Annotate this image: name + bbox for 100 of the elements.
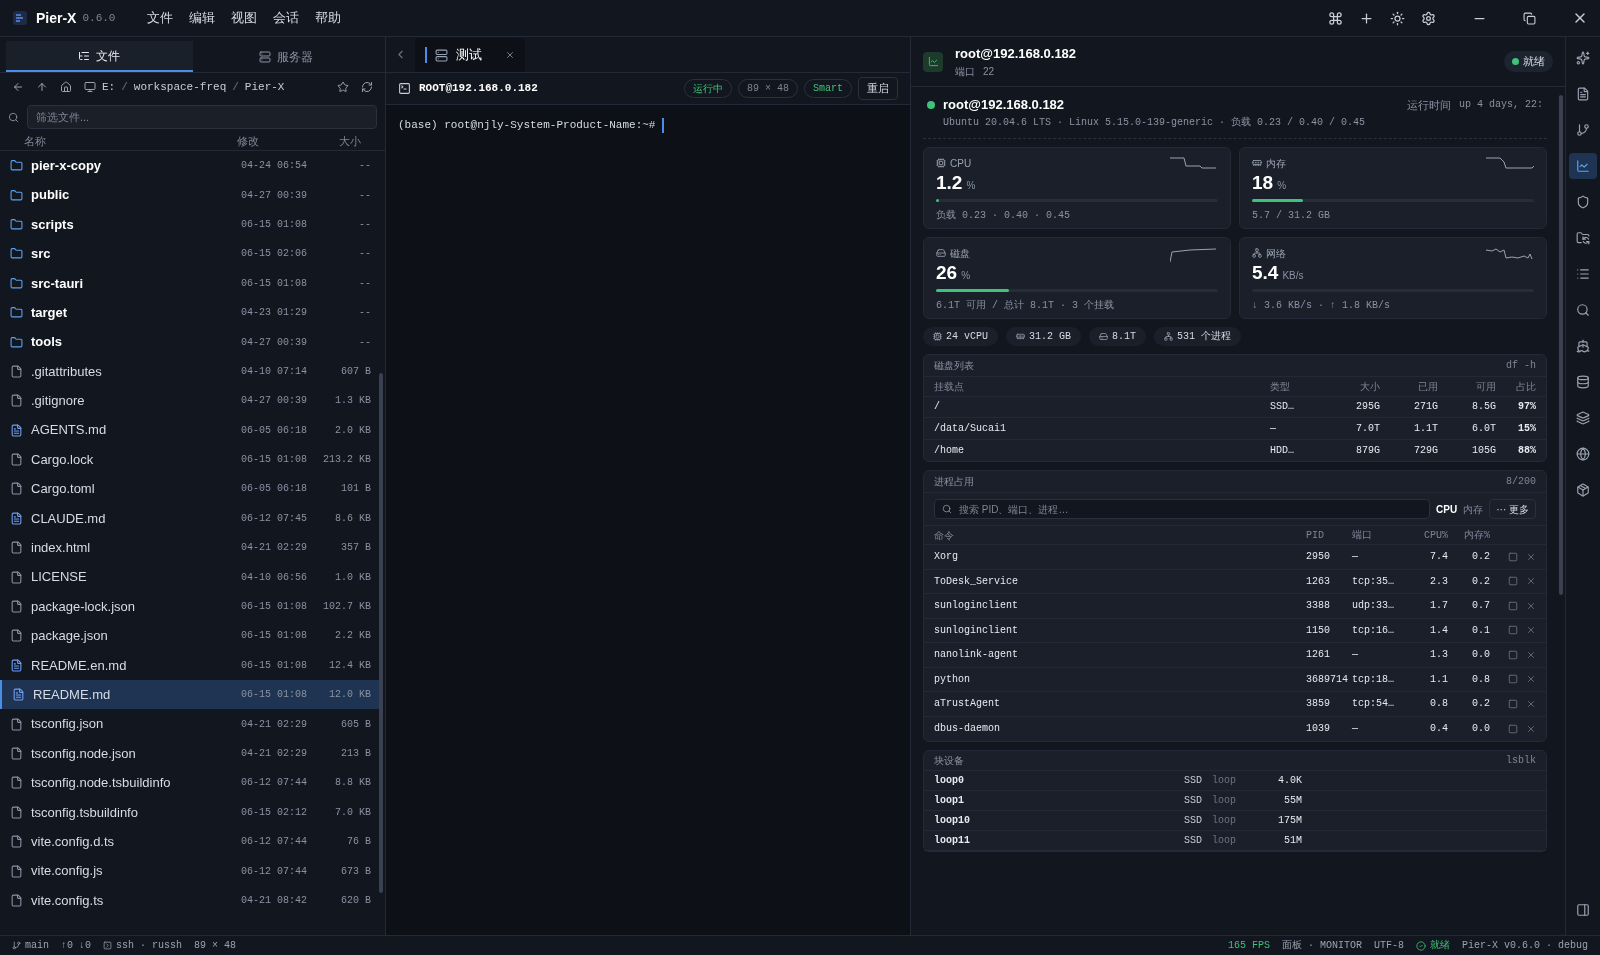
- file-row[interactable]: Cargo.lock 06-15 01:08 213.2 KB: [0, 444, 379, 475]
- stop-icon[interactable]: [1508, 698, 1518, 709]
- file-row[interactable]: .gitattributes 04-10 07:14 607 B: [0, 356, 379, 387]
- file-row[interactable]: package.json 06-15 01:08 2.2 KB: [0, 621, 379, 651]
- file-row[interactable]: tsconfig.node.tsbuildinfo 06-12 07:44 8.8 KB: [0, 768, 379, 798]
- file-row[interactable]: .gitignore 04-27 00:39 1.3 KB: [0, 386, 379, 416]
- refresh-icon[interactable]: [361, 81, 373, 93]
- scrollbar[interactable]: [379, 373, 383, 893]
- menu-item[interactable]: 文件: [147, 8, 174, 28]
- file-row[interactable]: README.md 06-15 01:08 12.0 KB: [0, 680, 379, 710]
- section-title: 进程占用: [934, 475, 974, 489]
- path-segment[interactable]: workspace-freq: [133, 78, 227, 96]
- filter-field[interactable]: 筛选文件...: [27, 105, 377, 129]
- table-cell-text: 1150: [1306, 623, 1331, 638]
- star-icon[interactable]: [337, 81, 349, 93]
- file-row[interactable]: CLAUDE.md 06-12 07:45 8.6 KB: [0, 503, 379, 534]
- table-cell-text: tcp:54…: [1352, 697, 1395, 712]
- kill-icon[interactable]: [1526, 674, 1536, 685]
- menu-item[interactable]: 会话: [273, 8, 300, 28]
- file-row[interactable]: tsconfig.node.json 04-21 02:29 213 B: [0, 738, 379, 769]
- stop-icon[interactable]: [1508, 600, 1518, 611]
- up-icon[interactable]: [36, 81, 48, 93]
- git-branch[interactable]: main: [25, 938, 49, 953]
- sort-toggle[interactable]: 内存: [1463, 501, 1484, 517]
- table-cell-text: 1.7: [1429, 599, 1448, 614]
- kill-icon[interactable]: [1526, 576, 1536, 587]
- terminal-tab[interactable]: 测试: [415, 38, 525, 72]
- file-row[interactable]: tools 04-27 00:39 --: [0, 327, 379, 357]
- stop-icon[interactable]: [1508, 576, 1518, 587]
- panel-tab[interactable]: 文件: [6, 41, 193, 72]
- kill-icon[interactable]: [1526, 649, 1536, 660]
- menu-item[interactable]: 帮助: [315, 8, 342, 28]
- stop-icon[interactable]: [1508, 723, 1518, 734]
- file-size: 102.7 KB: [322, 600, 371, 615]
- file-modified: 06-15 01:08: [241, 600, 308, 615]
- encoding: UTF-8: [1373, 939, 1404, 953]
- menu-item[interactable]: 视图: [231, 8, 258, 28]
- folder-icon: [10, 217, 23, 231]
- file-row[interactable]: index.html 04-21 02:29 357 B: [0, 533, 379, 563]
- file-icon: [10, 629, 23, 643]
- file-row[interactable]: src 06-15 02:06 --: [0, 239, 379, 269]
- tab-label: 测试: [456, 46, 482, 65]
- table-cell-text: SSD: [1184, 834, 1203, 848]
- table-cell-text: 1263: [1306, 574, 1331, 589]
- file-row[interactable]: vite.config.ts 04-21 08:42 620 B: [0, 885, 379, 916]
- file-row[interactable]: src-tauri 06-15 01:08 --: [0, 268, 379, 298]
- file-row[interactable]: scripts 06-15 01:08 --: [0, 209, 379, 240]
- table-cell-text: SSD: [1184, 814, 1203, 828]
- file-row[interactable]: tsconfig.json 04-21 02:29 605 B: [0, 709, 379, 739]
- kill-icon[interactable]: [1526, 698, 1536, 709]
- file-row[interactable]: public 04-27 00:39 --: [0, 180, 379, 210]
- file-icon: [10, 453, 23, 467]
- file-row[interactable]: package-lock.json 06-15 01:08 102.7 KB: [0, 591, 379, 622]
- menu-item[interactable]: 编辑: [189, 8, 216, 28]
- process-count: 8/200: [1506, 475, 1536, 489]
- file-size: --: [358, 335, 371, 350]
- file-row[interactable]: README.en.md 06-15 01:08 12.4 KB: [0, 650, 379, 681]
- metric-detail: 负载 0.23 · 0.40 · 0.45: [936, 208, 1072, 223]
- file-row[interactable]: target 04-23 01:29 --: [0, 297, 379, 328]
- file-row[interactable]: vite.config.js 06-12 07:44 673 B: [0, 856, 379, 886]
- stop-icon[interactable]: [1508, 649, 1518, 660]
- port-value: 22: [983, 64, 995, 79]
- file-row[interactable]: LICENSE 04-10 06:56 1.0 KB: [0, 562, 379, 592]
- settings-icon[interactable]: [1421, 10, 1436, 26]
- scrollbar[interactable]: [1559, 95, 1563, 595]
- column-header: CPU%: [1423, 528, 1448, 543]
- stop-icon[interactable]: [1508, 625, 1518, 636]
- file-name: tools: [31, 333, 64, 352]
- more-button[interactable]: ··· 更多: [1489, 499, 1536, 519]
- home-icon[interactable]: [60, 81, 72, 93]
- file-row[interactable]: tsconfig.tsbuildinfo 06-15 02:12 7.0 KB: [0, 797, 379, 827]
- file-icon: [10, 570, 23, 584]
- file-row[interactable]: vite.config.d.ts 06-12 07:44 76 B: [0, 827, 379, 857]
- file-row[interactable]: AGENTS.md 06-05 06:18 2.0 KB: [0, 415, 379, 445]
- file-row[interactable]: Cargo.toml 06-05 06:18 101 B: [0, 474, 379, 504]
- back-icon[interactable]: [12, 81, 24, 93]
- stop-icon[interactable]: [1508, 551, 1518, 562]
- add-icon[interactable]: [1359, 10, 1374, 26]
- path-segment[interactable]: Pier-X: [244, 78, 285, 96]
- path-segment[interactable]: E:: [102, 78, 116, 96]
- panel-tab[interactable]: 服务器: [192, 41, 379, 72]
- network-icon: [1164, 331, 1174, 341]
- command-icon[interactable]: [1328, 10, 1343, 26]
- stop-icon[interactable]: [1508, 674, 1518, 685]
- metric-detail: 5.7 / 31.2 GB: [1252, 208, 1331, 223]
- kill-icon[interactable]: [1526, 625, 1536, 636]
- kill-icon[interactable]: [1526, 551, 1536, 562]
- restore-icon[interactable]: [1523, 11, 1536, 25]
- file-modified: 06-12 07:45: [241, 511, 308, 526]
- process-search-field[interactable]: 搜索 PID、端口、进程…: [934, 499, 1431, 519]
- restart-button[interactable]: 重启: [858, 77, 898, 100]
- kill-icon[interactable]: [1526, 723, 1536, 734]
- monitor-badge-icon: [923, 51, 943, 72]
- table-cell-text: 1.1: [1429, 672, 1448, 687]
- chart-icon[interactable]: [1569, 153, 1597, 179]
- sort-toggle[interactable]: CPU: [1436, 501, 1458, 517]
- sun-icon[interactable]: [1390, 10, 1405, 26]
- kill-icon[interactable]: [1526, 600, 1536, 611]
- file-size: --: [358, 188, 371, 203]
- file-row[interactable]: pier-x-copy 04-24 06:54 --: [0, 151, 379, 181]
